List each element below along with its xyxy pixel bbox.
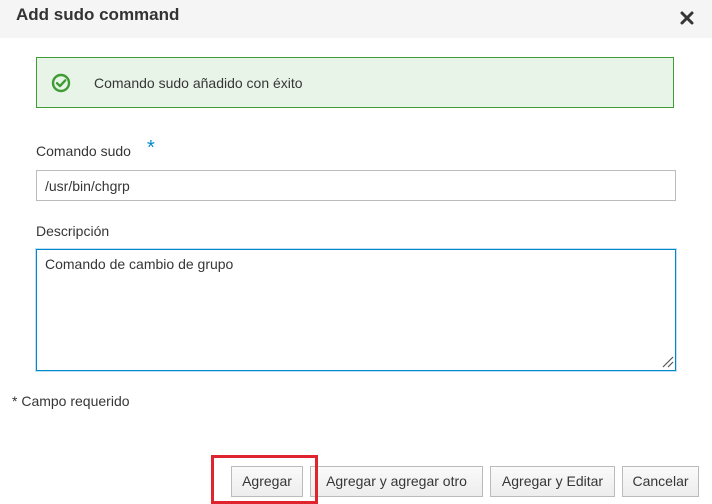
success-alert: Comando sudo añadido con éxito	[36, 57, 674, 108]
check-circle-icon	[51, 73, 71, 93]
dialog-header: Add sudo command	[0, 0, 712, 38]
required-indicator: *	[147, 137, 155, 159]
description-textarea[interactable]: Comando de cambio de grupo	[36, 249, 676, 371]
close-icon	[680, 11, 694, 25]
add-and-edit-button[interactable]: Agregar y Editar	[490, 466, 615, 497]
dialog-title: Add sudo command	[16, 5, 180, 24]
add-sudo-command-dialog: Add sudo command Comando sudo añadido co…	[0, 0, 712, 504]
add-button[interactable]: Agregar	[231, 466, 303, 497]
close-button[interactable]	[676, 7, 698, 29]
resize-handle-icon[interactable]	[660, 354, 674, 368]
command-label: Comando sudo	[36, 143, 131, 159]
alert-message: Comando sudo añadido con éxito	[94, 75, 303, 91]
add-and-add-another-button[interactable]: Agregar y agregar otro	[310, 466, 483, 497]
command-input[interactable]	[36, 170, 676, 201]
description-label: Descripción	[36, 223, 110, 239]
required-field-note: * Campo requerido	[12, 393, 130, 409]
cancel-button[interactable]: Cancelar	[622, 466, 699, 497]
